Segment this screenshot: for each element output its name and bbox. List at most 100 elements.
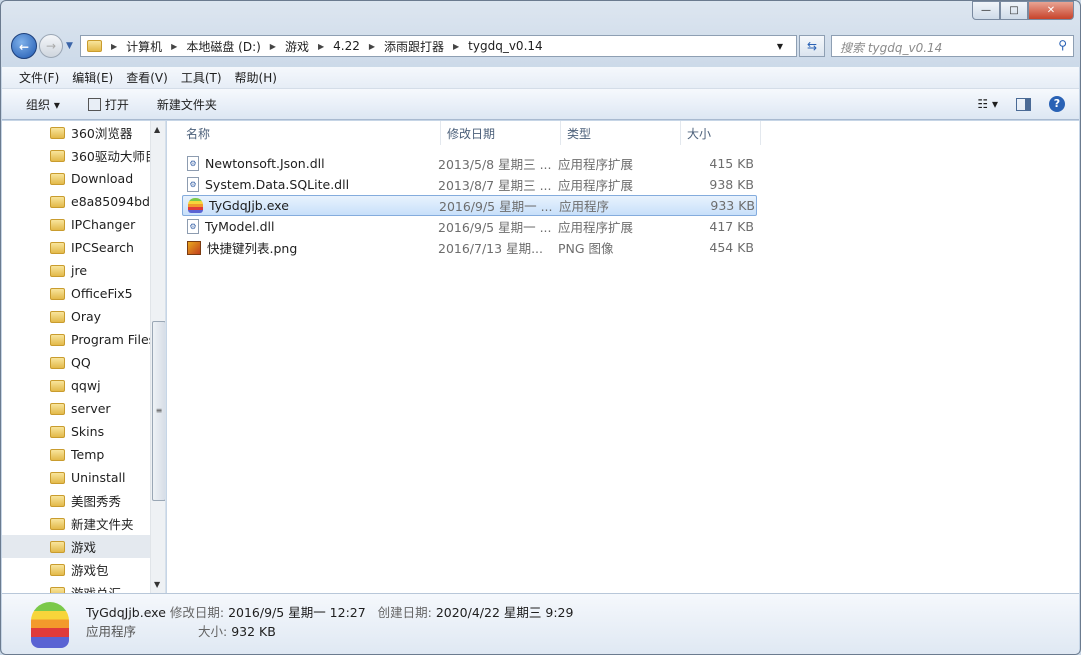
sidebar-item[interactable]: OfficeFix5	[2, 282, 165, 305]
sidebar-item[interactable]: Temp	[2, 443, 165, 466]
file-row[interactable]: ⚙ Newtonsoft.Json.dll 2013/5/8 星期三 ... 应用程序…	[182, 153, 757, 174]
new-folder-button[interactable]: 新建文件夹	[157, 96, 217, 113]
file-name: System.Data.SQLite.dll	[205, 177, 350, 192]
file-row[interactable]: TyGdqJjb.exe 2016/9/5 星期一 ... 应用程序 933 KB	[182, 195, 757, 216]
file-row[interactable]: 快捷键列表.png 2016/7/13 星期... PNG 图像 454 KB	[182, 237, 757, 258]
sidebar-item-label: IPCSearch	[71, 240, 134, 255]
sidebar-item[interactable]: Program Files	[2, 328, 165, 351]
sidebar-item[interactable]: 360驱动大师目	[2, 144, 165, 167]
file-row[interactable]: ⚙ System.Data.SQLite.dll 2013/8/7 星期三 ... 应…	[182, 174, 757, 195]
explorer-window: — □ ✕ ← → ▼ ▶ 计算机 ▶ 本地磁盘 (D:) ▶ 游戏 ▶ 4.22 ▶ 添雨跟打器…	[0, 0, 1081, 655]
sidebar-scrollbar[interactable]: ▲ ≡ ▼	[150, 121, 165, 593]
refresh-button[interactable]: ⇆	[799, 35, 825, 57]
close-button[interactable]: ✕	[1028, 1, 1074, 20]
sidebar-item[interactable]: 游戏总汇	[2, 581, 165, 593]
view-options-icon[interactable]: ☷ ▾	[977, 97, 998, 111]
menu-item[interactable]: 帮助(H)	[235, 69, 277, 86]
sidebar-item[interactable]: qqwj	[2, 374, 165, 397]
folder-icon	[50, 218, 65, 231]
forward-button[interactable]: →	[39, 34, 63, 58]
file-size: 415 KB	[709, 156, 754, 171]
column-type[interactable]: 类型	[561, 121, 681, 145]
back-button[interactable]: ←	[11, 33, 37, 59]
image-file-icon	[187, 240, 201, 255]
sidebar-item-label: 360浏览器	[71, 126, 133, 141]
sidebar-item[interactable]: IPChanger	[2, 213, 165, 236]
sidebar-item-label: 游戏总汇	[71, 583, 121, 593]
breadcrumb-separator[interactable]: ▶	[453, 42, 459, 51]
open-button[interactable]: 打开	[87, 96, 129, 113]
help-icon[interactable]: ?	[1049, 96, 1065, 112]
breadcrumb-separator[interactable]: ▶	[318, 42, 324, 51]
sidebar-item[interactable]: server	[2, 397, 165, 420]
file-size: 454 KB	[709, 240, 754, 255]
menu-item[interactable]: 编辑(E)	[72, 69, 113, 86]
sidebar-item-label: Program Files	[71, 332, 156, 347]
menu-item[interactable]: 查看(V)	[126, 69, 168, 86]
breadcrumb-item[interactable]: 添雨跟打器	[384, 38, 444, 55]
sidebar-item[interactable]: IPCSearch	[2, 236, 165, 259]
breadcrumb-separator[interactable]: ▶	[111, 42, 117, 51]
folder-icon	[50, 471, 65, 484]
breadcrumb-item[interactable]: 本地磁盘 (D:)	[186, 38, 260, 55]
sidebar-item[interactable]: Uninstall	[2, 466, 165, 489]
folder-icon	[50, 149, 65, 162]
sidebar-item[interactable]: Skins	[2, 420, 165, 443]
file-row[interactable]: ⚙ TyModel.dll 2016/9/5 星期一 ... 应用程序扩展 417 KB	[182, 216, 757, 237]
app-icon	[31, 602, 69, 648]
minimize-button[interactable]: —	[972, 1, 1000, 20]
preview-pane-icon[interactable]	[1016, 97, 1031, 111]
column-size[interactable]: 大小	[681, 121, 761, 145]
recent-pages-dropdown[interactable]: ▼	[66, 41, 73, 51]
file-name: TyModel.dll	[205, 219, 275, 234]
folder-icon	[50, 379, 65, 392]
sidebar-item-label: jre	[71, 263, 88, 278]
column-name[interactable]: 名称	[180, 121, 441, 145]
menu-item[interactable]: 工具(T)	[181, 69, 222, 86]
column-headers: 名称 修改日期 类型 大小	[167, 121, 1079, 145]
sidebar-item[interactable]: 游戏	[2, 535, 165, 558]
file-name: Newtonsoft.Json.dll	[205, 156, 325, 171]
scrollbar-thumb[interactable]: ≡	[152, 321, 165, 501]
file-date: 2016/9/5 星期一 ...	[439, 199, 553, 214]
file-date: 2013/8/7 星期三 ...	[438, 178, 552, 193]
file-date: 2013/5/8 星期三 ...	[438, 157, 552, 172]
breadcrumb-separator[interactable]: ▶	[369, 42, 375, 51]
toolbar: 组织 ▾ 打开 新建文件夹 ☷ ▾ ?	[2, 89, 1079, 120]
folder-icon	[50, 195, 65, 208]
folder-icon	[50, 310, 65, 323]
search-input[interactable]: 搜索 tygdq_v0.14 ⚲	[831, 35, 1074, 57]
sidebar-item[interactable]: 游戏包	[2, 558, 165, 581]
menu-item[interactable]: 文件(F)	[19, 69, 59, 86]
sidebar-item[interactable]: Download	[2, 167, 165, 190]
search-icon: ⚲	[1058, 38, 1067, 52]
sidebar-item[interactable]: QQ	[2, 351, 165, 374]
address-bar[interactable]: ▶ 计算机 ▶ 本地磁盘 (D:) ▶ 游戏 ▶ 4.22 ▶ 添雨跟打器 ▶ tygdq_v0.14…	[80, 35, 797, 57]
maximize-button[interactable]: □	[1000, 1, 1028, 20]
address-dropdown[interactable]: ▼	[777, 42, 783, 51]
breadcrumb-separator[interactable]: ▶	[270, 42, 276, 51]
folder-icon	[50, 563, 65, 576]
breadcrumb-item[interactable]: 4.22	[333, 39, 360, 53]
sidebar-item[interactable]: Oray	[2, 305, 165, 328]
breadcrumb-separator[interactable]: ▶	[171, 42, 177, 51]
folder-icon	[50, 402, 65, 415]
sidebar-item-label: Temp	[71, 447, 105, 462]
file-date: 2016/7/13 星期...	[438, 241, 543, 256]
file-type: PNG 图像	[558, 241, 614, 256]
sidebar-item-label: Download	[71, 171, 134, 186]
breadcrumb-item[interactable]: tygdq_v0.14	[468, 39, 542, 53]
sidebar-item[interactable]: 360浏览器	[2, 121, 165, 144]
file-type: 应用程序扩展	[558, 178, 634, 193]
sidebar-item[interactable]: 美图秀秀	[2, 489, 165, 512]
sidebar-item[interactable]: e8a85094bdb	[2, 190, 165, 213]
organize-button[interactable]: 组织 ▾	[26, 96, 60, 113]
sidebar-item[interactable]: 新建文件夹	[2, 512, 165, 535]
sidebar-item[interactable]: jre	[2, 259, 165, 282]
breadcrumb-item[interactable]: 计算机	[126, 38, 162, 55]
breadcrumb-item[interactable]: 游戏	[285, 38, 309, 55]
sidebar-item-label: Uninstall	[71, 470, 126, 485]
folder-icon	[50, 425, 65, 438]
column-date[interactable]: 修改日期	[441, 121, 561, 145]
file-size: 933 KB	[710, 198, 755, 213]
